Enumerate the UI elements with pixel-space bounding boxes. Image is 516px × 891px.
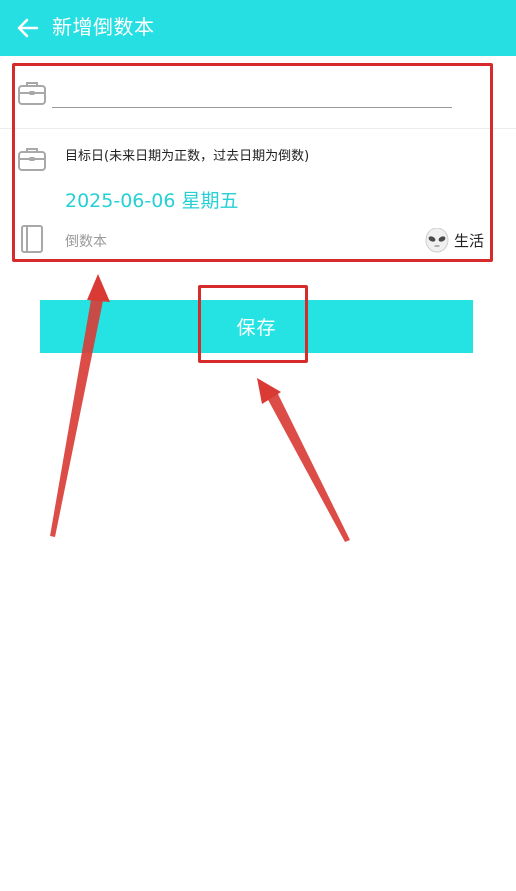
category-label: 生活 — [454, 232, 485, 250]
page-title: 新增倒数本 — [52, 15, 155, 39]
briefcase-icon — [17, 144, 47, 174]
book-icon — [18, 224, 48, 254]
book-selector[interactable]: 倒数本 — [65, 232, 107, 252]
briefcase-icon — [17, 78, 47, 108]
alien-face-icon — [425, 228, 449, 253]
app-bar: 新增倒数本 — [0, 0, 516, 56]
countdown-name-input[interactable] — [52, 80, 452, 108]
annotation-arrows — [50, 274, 350, 542]
save-button[interactable]: 保存 — [40, 300, 473, 353]
save-button-label: 保存 — [236, 317, 277, 339]
arrow-annotation-right — [257, 378, 350, 542]
target-date-value[interactable]: 2025-06-06 星期五 — [65, 188, 238, 214]
arrow-left-icon — [17, 18, 39, 38]
divider — [0, 128, 516, 129]
category-selector[interactable]: 生活 — [424, 228, 484, 254]
back-button[interactable] — [12, 12, 44, 44]
target-date-label: 目标日(未来日期为正数，过去日期为倒数) — [65, 149, 310, 164]
